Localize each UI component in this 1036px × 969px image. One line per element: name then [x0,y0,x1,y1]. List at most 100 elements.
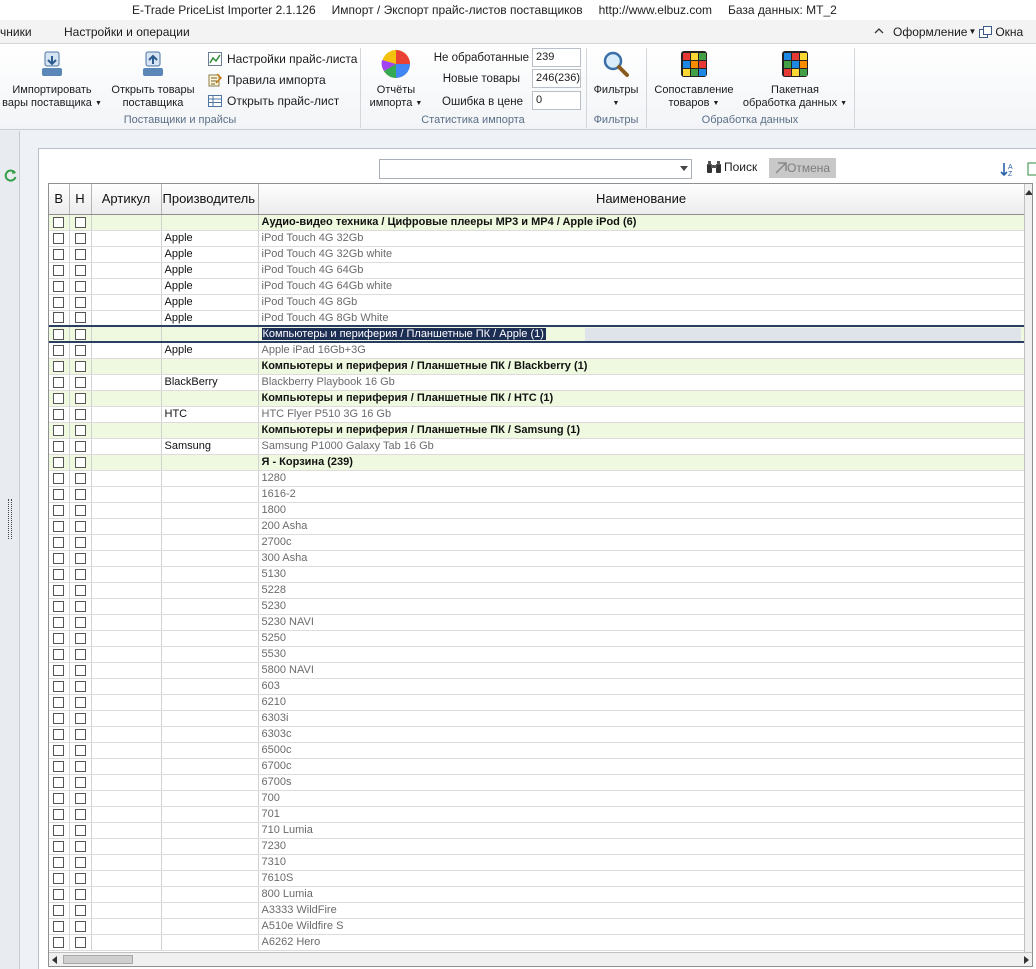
checkbox[interactable] [53,264,65,276]
checkbox[interactable] [53,344,65,356]
checkbox[interactable] [74,552,86,564]
table-row[interactable]: Apple iPod Touch 4G 64Gb [49,262,1025,279]
open-supplier-goods-button[interactable]: Открыть товары поставщика [108,48,198,114]
checkbox[interactable] [74,744,86,756]
checkbox[interactable] [53,504,65,516]
checkbox[interactable] [74,664,86,676]
table-row[interactable]: 7230 [49,838,1025,855]
checkbox[interactable] [74,264,86,276]
search-button[interactable]: Поиск [707,160,757,174]
checkbox[interactable] [74,632,86,644]
splitter-grip[interactable] [8,499,12,539]
table-row-group[interactable]: Компьютеры и периферия / Планшетные ПК /… [49,390,1025,407]
table-row[interactable]: 800 Lumia [49,886,1025,903]
checkbox[interactable] [53,632,65,644]
table-row-selected-group[interactable]: Компьютеры и периферия / Планшетные ПК /… [49,325,1025,343]
checkbox[interactable] [53,472,65,484]
checkbox[interactable] [74,504,86,516]
table-row[interactable]: BlackBerry Blackberry Playbook 16 Gb [49,374,1025,391]
checkbox[interactable] [74,680,86,692]
checkbox[interactable] [53,440,65,452]
table-row[interactable]: 7610S [49,870,1025,887]
checkbox[interactable] [74,840,86,852]
checkbox[interactable] [53,872,65,884]
column-header-maker[interactable]: Производитель [161,184,259,215]
table-row[interactable]: 5250 [49,630,1025,647]
checkbox[interactable] [53,856,65,868]
checkbox[interactable] [74,472,86,484]
table-row-group[interactable]: Аудио-видео техника / Цифровые плееры MP… [49,214,1025,231]
checkbox[interactable] [53,568,65,580]
checkbox[interactable] [53,360,65,372]
checkbox[interactable] [53,680,65,692]
table-row[interactable]: 1616-2 [49,486,1025,503]
vertical-scrollbar[interactable] [1024,184,1032,954]
table-row[interactable]: 603 [49,678,1025,695]
checkbox[interactable] [53,408,65,420]
checkbox[interactable] [53,936,65,948]
chevron-down-icon[interactable] [680,166,688,171]
match-goods-button[interactable]: Сопоставление товаров ▼ [650,48,738,114]
scroll-right-icon[interactable] [1024,956,1029,964]
checkbox[interactable] [74,712,86,724]
menu-item-suppliers[interactable]: чники [0,25,32,39]
checkbox[interactable] [53,744,65,756]
checkbox[interactable] [74,600,86,612]
checkbox[interactable] [53,552,65,564]
checkbox[interactable] [74,920,86,932]
table-row[interactable]: 1280 [49,470,1025,487]
column-header-name[interactable]: Наименование [258,184,1025,215]
table-row[interactable]: 2700c [49,534,1025,551]
checkbox[interactable] [74,360,86,372]
pricelist-settings-button[interactable]: Настройки прайс-листа [208,50,357,68]
checkbox[interactable] [74,296,86,308]
table-row[interactable]: 5230 [49,598,1025,615]
checkbox[interactable] [74,776,86,788]
table-row[interactable]: 6500c [49,742,1025,759]
table-row[interactable]: A3333 WildFire [49,902,1025,919]
checkbox[interactable] [74,792,86,804]
checkbox[interactable] [74,696,86,708]
batch-processing-button[interactable]: Пакетная обработка данных ▼ [740,48,850,114]
table-row[interactable]: 200 Asha [49,518,1025,535]
checkbox[interactable] [53,376,65,388]
checkbox[interactable] [74,728,86,740]
table-row[interactable]: A6262 Hero [49,934,1025,951]
checkbox[interactable] [74,248,86,260]
checkbox[interactable] [74,408,86,420]
table-row[interactable]: Apple iPod Touch 4G 32Gb white [49,246,1025,263]
checkbox[interactable] [74,520,86,532]
checkbox[interactable] [53,712,65,724]
table-row[interactable]: 701 [49,806,1025,823]
table-row[interactable]: 6210 [49,694,1025,711]
checkbox[interactable] [53,456,65,468]
checkbox[interactable] [53,824,65,836]
checkbox[interactable] [74,536,86,548]
collapse-ribbon-icon[interactable] [874,25,884,39]
checkbox[interactable] [53,312,65,324]
checkbox[interactable] [53,296,65,308]
checkbox[interactable] [74,392,86,404]
checkbox[interactable] [53,584,65,596]
table-row-group[interactable]: Компьютеры и периферия / Планшетные ПК /… [49,422,1025,439]
checkbox[interactable] [53,776,65,788]
menu-item-settings[interactable]: Настройки и операции [64,25,190,39]
menu-appearance[interactable]: Оформление▼ [893,25,976,39]
table-row[interactable]: 6303i [49,710,1025,727]
checkbox[interactable] [74,872,86,884]
checkbox[interactable] [74,856,86,868]
checkbox[interactable] [74,824,86,836]
scroll-left-icon[interactable] [52,956,57,964]
checkbox[interactable] [53,664,65,676]
checkbox[interactable] [53,808,65,820]
filters-button[interactable]: Фильтры ▼ [589,48,643,114]
import-supplier-goods-button[interactable]: Импортировать вары поставщика ▼ [0,48,104,114]
checkbox[interactable] [74,216,86,228]
column-header-n[interactable]: Н [69,184,92,215]
table-row[interactable]: 1800 [49,502,1025,519]
checkbox[interactable] [53,888,65,900]
checkbox[interactable] [74,488,86,500]
checkbox[interactable] [53,488,65,500]
column-header-article[interactable]: Артикул [91,184,162,215]
checkbox[interactable] [53,648,65,660]
